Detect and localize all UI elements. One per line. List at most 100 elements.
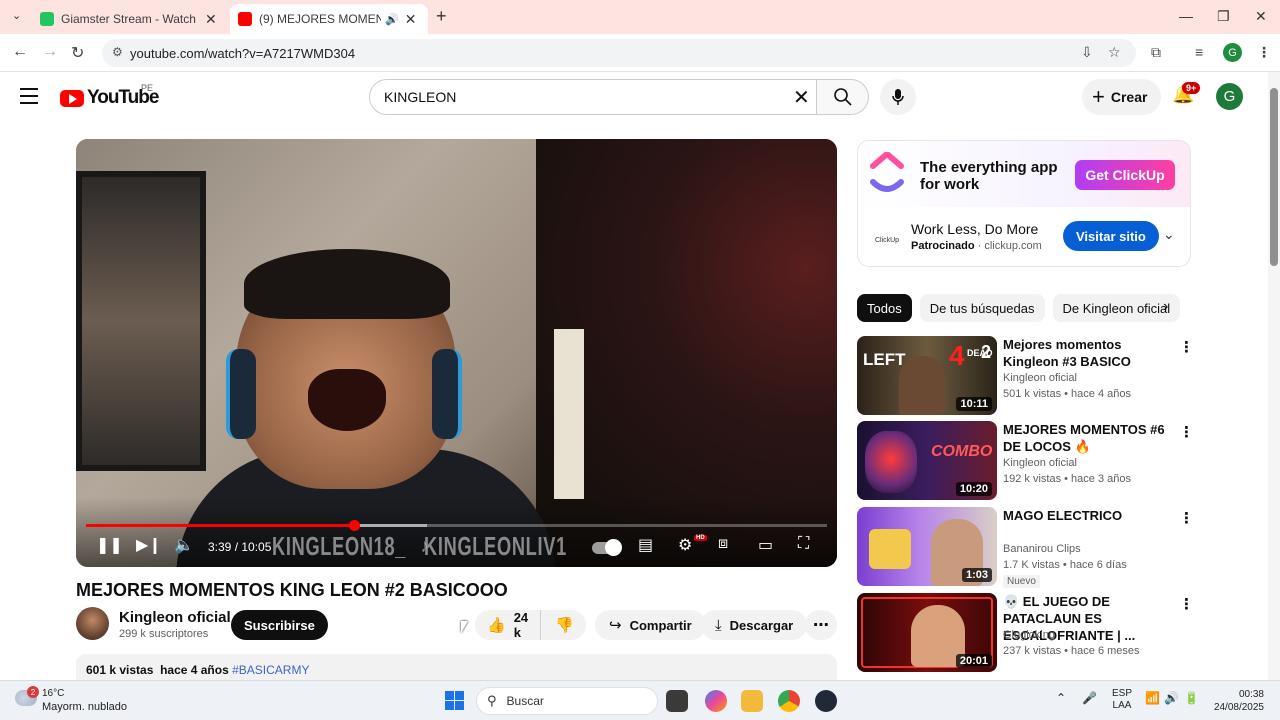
more-vertical-icon[interactable]: ⋮ [1179, 509, 1194, 527]
install-app-icon[interactable]: ⇩ [1081, 44, 1093, 61]
chip-from-searches[interactable]: De tus búsquedas [919, 294, 1045, 322]
new-tab-icon[interactable]: + [436, 6, 447, 27]
extensions-icon[interactable]: ⧉ [1151, 44, 1161, 61]
create-button[interactable]: + Crear [1082, 79, 1162, 115]
clear-search-icon[interactable]: ✕ [793, 85, 810, 110]
tab-close-icon[interactable]: ✕ [205, 11, 217, 28]
like-button[interactable]: 👍 24 k [475, 610, 542, 640]
tab-youtube[interactable]: (9) MEJORES MOMENTOS K 🔊 ✕ [230, 4, 428, 34]
more-vertical-icon[interactable]: ⋮ [1179, 338, 1194, 356]
video-thumbnail[interactable]: COMBO 10:20 [857, 421, 997, 500]
sponsored-ad-card[interactable]: The everything app for work Get ClickUp … [857, 140, 1191, 267]
video-thumbnail[interactable]: 1:03 [857, 507, 997, 586]
system-clock[interactable]: 00:38 24/08/2025 [1212, 688, 1264, 714]
recommendation-item[interactable]: COMBO 10:20 MEJORES MOMENTOS #6 DE LOCOS… [857, 421, 1194, 501]
rec-title[interactable]: Mejores momentos Kingleon #3 BASICO [1003, 336, 1173, 370]
app-icon[interactable] [815, 690, 837, 712]
chevron-down-icon[interactable]: ⌄ [1163, 226, 1175, 243]
address-bar[interactable]: ⚙ youtube.com/watch?v=A7217WMD304 [102, 39, 1136, 67]
pause-icon[interactable]: ❚❚ [96, 535, 123, 555]
theater-mode-icon[interactable]: ▭ [758, 535, 773, 555]
volume-icon[interactable]: 🔊 [1164, 691, 1179, 705]
autoplay-toggle[interactable] [592, 539, 622, 556]
bookmark-star-icon[interactable]: ☆ [1108, 44, 1121, 61]
back-icon[interactable]: ← [12, 43, 28, 61]
fullscreen-icon[interactable]: ⛶ [798, 535, 809, 553]
rec-meta: 1.7 K vistas • hace 6 días [1003, 559, 1127, 571]
chrome-icon[interactable] [778, 690, 800, 712]
reload-icon[interactable]: ↻ [71, 43, 84, 63]
browser-tabstrip: ⌄ Giamster Stream - Watch Live o ✕ (9) M… [0, 0, 1280, 34]
site-info-icon[interactable]: ⚙ [112, 45, 123, 59]
share-button[interactable]: ↪ Compartir [595, 610, 706, 640]
menu-icon[interactable] [20, 88, 38, 109]
next-video-icon[interactable]: ▶❙ [136, 535, 162, 555]
rec-channel[interactable]: Bananirou Clips [1003, 543, 1081, 555]
battery-icon[interactable]: 🔋 [1184, 691, 1199, 705]
tab-audio-icon[interactable]: 🔊 [385, 13, 399, 26]
download-label: Descargar [729, 617, 794, 633]
minimize-icon[interactable]: — [1179, 8, 1193, 24]
weather-description[interactable]: Mayorm. nublado [42, 701, 127, 713]
tab-giamster[interactable]: Giamster Stream - Watch Live o ✕ [32, 4, 228, 34]
windows-start-icon[interactable] [445, 691, 464, 710]
file-explorer-icon[interactable] [741, 690, 763, 712]
rec-channel[interactable]: Kingleon oficial [1003, 457, 1077, 469]
volume-icon[interactable]: 🔈 [174, 535, 194, 555]
task-view-icon[interactable] [666, 690, 688, 712]
copilot-icon[interactable] [705, 690, 727, 712]
close-window-icon[interactable]: ✕ [1255, 8, 1267, 25]
ad-banner[interactable]: The everything app for work Get ClickUp [858, 141, 1190, 207]
more-actions-button[interactable]: ⋯ [805, 610, 837, 640]
settings-gear-icon[interactable]: ⚙ [678, 535, 692, 555]
chip-todos[interactable]: Todos [857, 294, 912, 322]
search-input[interactable] [369, 79, 817, 115]
subscribe-button[interactable]: Suscribirse [231, 610, 328, 640]
channel-avatar[interactable] [76, 607, 109, 640]
wifi-icon[interactable]: 📶 [1145, 691, 1160, 705]
input-language[interactable]: ESP LAA [1112, 688, 1132, 712]
kick-favicon-icon [40, 12, 54, 26]
temperature[interactable]: 16°C [42, 688, 64, 699]
video-thumbnail[interactable]: LEFT 4 DEAD 2 10:11 [857, 336, 997, 415]
tab-close-icon[interactable]: ✕ [405, 11, 417, 28]
subtitles-icon[interactable]: ▤ [638, 535, 653, 555]
rec-channel[interactable]: Kingleon oficial [1003, 372, 1077, 384]
tray-overflow-icon[interactable]: ⌃ [1056, 691, 1066, 705]
channel-name[interactable]: Kingleon oficial [119, 609, 231, 626]
rec-channel[interactable]: Glogloking [1003, 629, 1055, 641]
account-avatar[interactable]: G [1216, 83, 1243, 110]
more-vertical-icon[interactable]: ⋮ [1179, 423, 1194, 441]
recommendation-item[interactable]: 1:03 MAGO ELECTRICO Bananirou Clips 1.7 … [857, 507, 1194, 588]
visit-site-button[interactable]: Visitar sitio [1063, 221, 1159, 251]
media-control-icon[interactable]: ≡ [1195, 44, 1203, 60]
chip-from-channel[interactable]: De Kingleon oficial [1052, 294, 1181, 322]
forward-icon[interactable]: → [42, 43, 58, 61]
rec-title[interactable]: MAGO ELECTRICO [1003, 507, 1173, 524]
browser-menu-icon[interactable]: ⋮ [1257, 44, 1271, 61]
recommendation-item[interactable]: LEFT 4 DEAD 2 10:11 Mejores momentos Kin… [857, 336, 1194, 416]
download-button[interactable]: ⤓ Descargar [701, 610, 808, 640]
rec-meta: 192 k vistas • hace 3 años [1003, 473, 1131, 485]
profile-avatar[interactable]: G [1223, 43, 1242, 62]
voice-search-button[interactable] [880, 79, 916, 115]
microphone-icon[interactable]: 🎤 [1082, 691, 1097, 705]
more-vertical-icon[interactable]: ⋮ [1179, 595, 1194, 613]
progress-bar[interactable] [86, 520, 827, 531]
lang-top: ESP [1112, 688, 1133, 699]
video-thumbnail[interactable]: 20:01 [857, 593, 997, 672]
video-player[interactable]: KINGLEON18_ ♪ KINGLEONLIV1 ❚❚ ▶❙ 🔈 3:39 … [76, 139, 837, 567]
tab-search-chevron-icon[interactable]: ⌄ [12, 9, 21, 22]
rec-title[interactable]: MEJORES MOMENTOS #6 DE LOCOS 🔥 [1003, 421, 1173, 455]
taskbar-search[interactable]: ⚲ Buscar [476, 687, 658, 715]
chevron-right-icon[interactable]: › [1163, 298, 1168, 316]
page-scrollbar[interactable] [1268, 72, 1280, 680]
ad-title[interactable]: Work Less, Do More [911, 221, 1038, 237]
search-button[interactable] [817, 79, 869, 115]
ad-cta-button[interactable]: Get ClickUp [1075, 160, 1175, 190]
recommendation-item[interactable]: 20:01 💀 EL JUEGO DE PATACLAUN ES ESCALOF… [857, 593, 1194, 673]
maximize-icon[interactable]: ❐ [1217, 8, 1230, 25]
hashtag-link[interactable]: #BASICARMY [232, 663, 309, 677]
miniplayer-icon[interactable]: ⧈ [718, 535, 728, 553]
dislike-button[interactable]: 👎 [541, 616, 588, 634]
